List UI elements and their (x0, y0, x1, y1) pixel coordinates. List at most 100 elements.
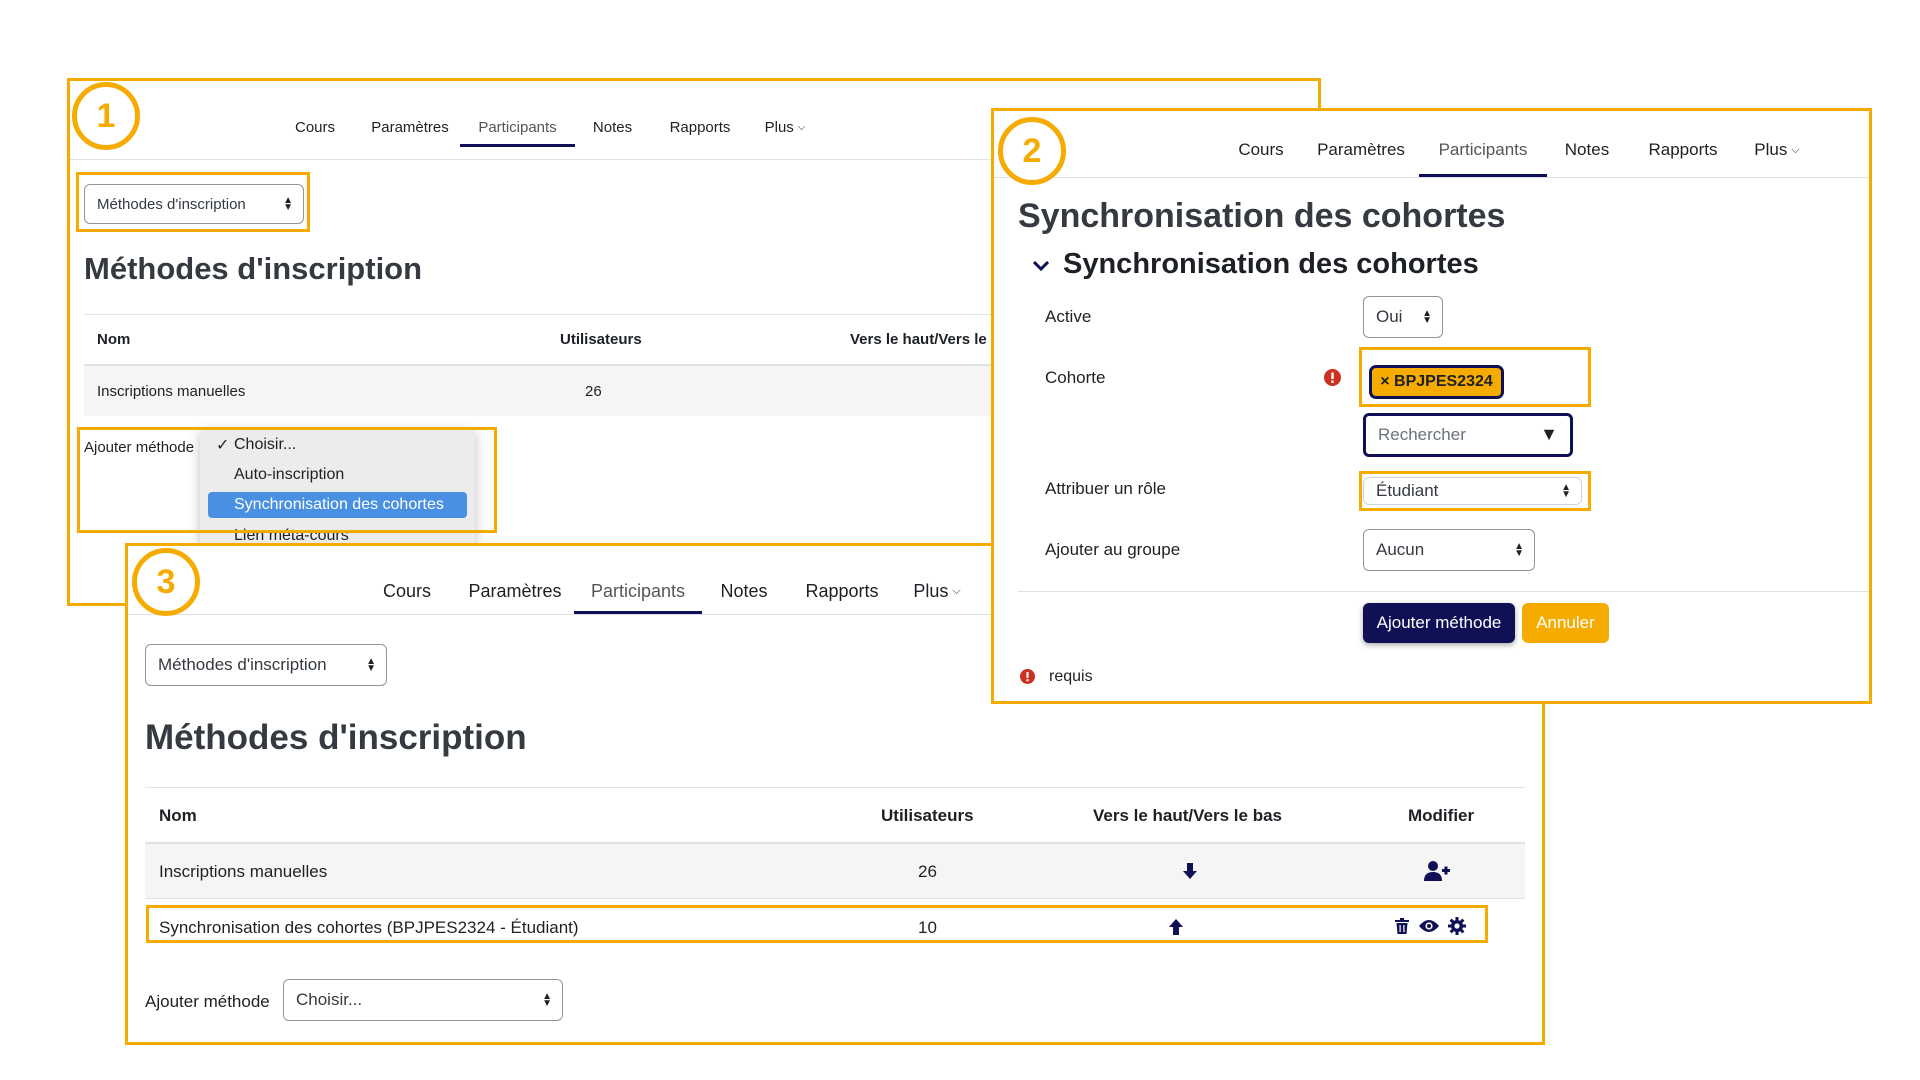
cohort-tag-label: × BPJPES2324 (1380, 373, 1493, 390)
select-arrows-icon: ▲ ▼ (366, 656, 376, 674)
row-divider (145, 898, 1525, 899)
add-method-value: Choisir... (296, 990, 363, 1009)
nav-plus-label: Plus (1754, 140, 1788, 159)
nav-plus[interactable]: Plus ⌵ (1739, 123, 1815, 177)
dropdown-item-choisir[interactable]: ✓ Choisir... (208, 432, 467, 458)
row-1-name: Inscriptions manuelles (159, 862, 328, 881)
col-nom: Nom (159, 806, 197, 825)
arrow-up-icon[interactable] (1164, 915, 1188, 939)
gear-icon[interactable] (1446, 914, 1468, 938)
page-title: Méthodes d'inscription (84, 251, 423, 286)
group-select[interactable]: Aucun ▲ ▼ (1363, 529, 1535, 571)
section-title[interactable]: Synchronisation des cohortes (1063, 248, 1479, 281)
nav-plus-label: Plus (764, 118, 794, 136)
nav-bar: Cours Paramètres Participants Notes Rapp… (270, 107, 820, 147)
col-utilisateurs: Utilisateurs (560, 331, 642, 348)
group-label: Ajouter au groupe (1045, 540, 1181, 559)
check-icon: ✓ (216, 437, 230, 454)
row-users: 26 (585, 383, 602, 400)
form-divider (1018, 591, 1869, 592)
enrolment-selector[interactable]: Méthodes d'inscription ▲ ▼ (145, 644, 387, 686)
panel-2: Cours Paramètres Participants Notes Rapp… (991, 108, 1872, 704)
chevron-down-icon: ⌵ (797, 121, 806, 133)
add-method-label: Ajouter méthode (84, 439, 195, 456)
active-label: Active (1045, 307, 1092, 326)
select-arrows-icon: ▲ ▼ (1514, 541, 1524, 559)
required-icon (1018, 667, 1036, 685)
chevron-down-icon[interactable] (1030, 255, 1052, 277)
row-2-name: Synchronisation des cohortes (BPJPES2324… (159, 918, 579, 937)
active-value: Oui (1376, 307, 1403, 326)
step-badge-2: 2 (998, 117, 1066, 185)
select-arrows-icon: ▲ ▼ (283, 195, 293, 213)
method-dropdown[interactable]: ✓ Choisir... Auto-inscription Synchronis… (200, 428, 475, 548)
step-badge-1: 1 (72, 82, 140, 150)
enrolment-selector[interactable]: Méthodes d'inscription ▲ ▼ (84, 184, 304, 224)
col-ordre: Vers le haut/Vers le bas (1093, 806, 1283, 825)
arrow-down-icon[interactable] (1178, 859, 1202, 883)
add-method-select[interactable]: Choisir... ▲ ▼ (283, 979, 563, 1021)
col-ordre: Vers le haut/Vers le b (850, 331, 1001, 348)
table-top-border (145, 787, 1525, 788)
add-method-label: Ajouter méthode (145, 992, 270, 1011)
nav-rapports[interactable]: Rapports (1627, 123, 1739, 177)
nav-notes[interactable]: Notes (1547, 123, 1627, 177)
chevron-down-icon: ⌵ (952, 584, 961, 597)
select-arrows-icon: ▲ ▼ (1561, 482, 1571, 500)
role-label: Attribuer un rôle (1045, 479, 1166, 498)
nav-plus[interactable]: Plus ⌵ (898, 568, 976, 614)
cohort-search[interactable]: Rechercher ▼ (1363, 413, 1573, 457)
trash-icon[interactable] (1392, 915, 1412, 937)
page-title: Synchronisation des cohortes (1018, 197, 1506, 235)
nav-rapports[interactable]: Rapports (650, 107, 750, 147)
nav-cours[interactable]: Cours (358, 568, 456, 614)
nav-cours[interactable]: Cours (1219, 123, 1303, 177)
nav-parametres[interactable]: Paramètres (456, 568, 574, 614)
nav-bar: Cours Paramètres Participants Notes Rapp… (358, 568, 976, 614)
nav-parametres[interactable]: Paramètres (1303, 123, 1419, 177)
enrolment-selector-value: Méthodes d'inscription (97, 195, 246, 213)
nav-parametres[interactable]: Paramètres (360, 107, 460, 147)
dropdown-item-label: Choisir... (234, 436, 297, 453)
required-icon (1322, 367, 1342, 387)
dropdown-item-auto[interactable]: Auto-inscription (208, 462, 467, 488)
col-modifier: Modifier (1408, 806, 1475, 825)
required-note: requis (1049, 668, 1093, 685)
nav-notes[interactable]: Notes (575, 107, 650, 147)
page-title: Méthodes d'inscription (145, 718, 527, 757)
nav-cours[interactable]: Cours (270, 107, 360, 147)
nav-participants[interactable]: Participants (1419, 123, 1547, 177)
eye-icon[interactable] (1416, 915, 1442, 937)
row-1-users: 26 (918, 862, 937, 881)
select-arrows-icon: ▲ ▼ (1422, 308, 1432, 326)
col-nom: Nom (97, 331, 131, 348)
chevron-down-icon: ⌵ (1791, 143, 1800, 156)
select-arrows-icon: ▲ ▼ (542, 991, 552, 1009)
table-row (145, 844, 1525, 898)
active-select[interactable]: Oui ▲ ▼ (1363, 296, 1443, 338)
nav-notes[interactable]: Notes (702, 568, 786, 614)
role-select[interactable]: Étudiant ▲ ▼ (1363, 477, 1582, 505)
role-value: Étudiant (1376, 481, 1439, 500)
dropdown-item-cohort-sync[interactable]: Synchronisation des cohortes (208, 492, 467, 518)
nav-plus-label: Plus (913, 580, 949, 601)
submit-button[interactable]: Ajouter méthode (1363, 603, 1515, 643)
nav-divider (994, 177, 1869, 178)
row-name: Inscriptions manuelles (97, 383, 246, 400)
nav-bar: Cours Paramètres Participants Notes Rapp… (1219, 123, 1815, 177)
nav-participants[interactable]: Participants (574, 568, 702, 614)
nav-rapports[interactable]: Rapports (786, 568, 898, 614)
step-badge-3: 3 (132, 548, 200, 616)
enrolment-selector-value: Méthodes d'inscription (158, 655, 327, 674)
cohort-label: Cohorte (1045, 368, 1106, 387)
nav-plus[interactable]: Plus ⌵ (750, 107, 820, 147)
cancel-button[interactable]: Annuler (1522, 603, 1609, 643)
cohort-tag[interactable]: × BPJPES2324 (1369, 365, 1504, 399)
nav-participants[interactable]: Participants (460, 107, 575, 147)
group-value: Aucun (1376, 540, 1425, 559)
col-utilisateurs: Utilisateurs (881, 806, 974, 825)
row-2-users: 10 (918, 918, 937, 937)
cohort-search-placeholder: Rechercher (1378, 425, 1466, 444)
enrol-users-icon[interactable] (1423, 858, 1451, 884)
dropdown-triangle-icon: ▼ (1540, 424, 1558, 444)
